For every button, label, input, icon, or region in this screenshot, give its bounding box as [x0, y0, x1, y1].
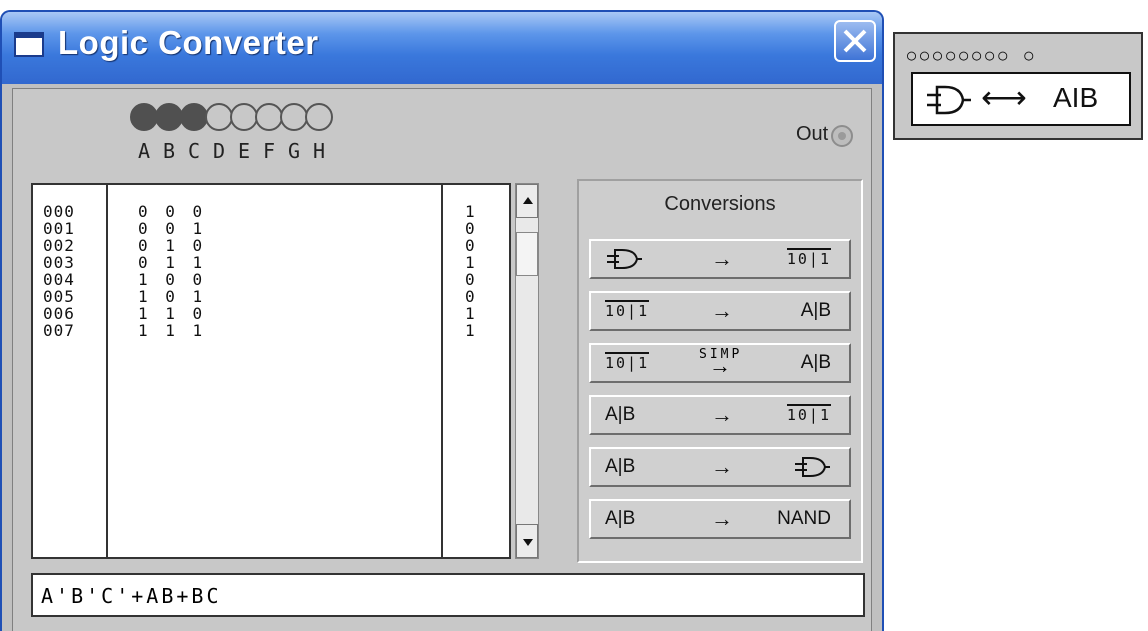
row-inputs: 0 0 1 — [138, 219, 203, 238]
input-label-h: H — [312, 139, 326, 163]
expression-field[interactable] — [31, 573, 865, 617]
truth-table-icon: 10|1 — [786, 404, 831, 424]
row-output[interactable]: 0 — [465, 271, 475, 288]
row-index: 005 — [43, 287, 75, 306]
table-row[interactable]: 000 0 0 0 1 — [33, 203, 509, 220]
row-index: 007 — [43, 321, 75, 340]
input-terminal-b[interactable] — [155, 103, 183, 131]
conversions-title: Conversions — [664, 193, 776, 215]
input-terminal-c[interactable] — [180, 103, 208, 131]
convert-arrow-icon: → — [711, 454, 733, 479]
table-row[interactable]: 004 1 0 0 0 — [33, 271, 509, 288]
truth-table-icon: 10|1 — [605, 352, 650, 372]
row-output[interactable]: 0 — [465, 220, 475, 237]
convert-arrow-icon: → — [711, 246, 733, 271]
row-inputs: 0 1 0 — [138, 236, 203, 255]
row-index: 003 — [43, 253, 75, 272]
table-row[interactable]: 002 0 1 0 0 — [33, 237, 509, 254]
row-inputs: 1 1 0 — [138, 304, 203, 323]
table-row[interactable]: 006 1 1 0 1 — [33, 305, 509, 322]
window-icon — [14, 32, 44, 57]
input-label-e: E — [237, 139, 251, 163]
expression-label: A|B — [605, 456, 636, 477]
table-row[interactable]: 003 0 1 1 1 — [33, 254, 509, 271]
scroll-thumb[interactable] — [516, 232, 538, 276]
input-label-a: A — [137, 139, 151, 163]
convert-arrow-icon: → — [711, 506, 733, 531]
component-pins: ○○○○○○○○ ○ — [907, 46, 1038, 64]
row-output[interactable]: 0 — [465, 237, 475, 254]
expression-label: A|B — [605, 508, 636, 529]
row-inputs: 0 1 1 — [138, 253, 203, 272]
component-body: ⟷ AIB — [911, 72, 1131, 126]
expression-label: A|B — [800, 352, 831, 373]
logic-converter-window: Logic Converter A B C D E F G H Out 000 … — [0, 10, 884, 631]
conversions-panel: Conversions → 10|1 10|1 → A|B 10|1 SIMP … — [577, 179, 863, 563]
scroll-up-icon — [523, 197, 533, 204]
input-label-d: D — [212, 139, 226, 163]
title-bar[interactable]: Logic Converter — [2, 12, 882, 84]
truth-table-icon: 10|1 — [786, 248, 831, 268]
component-label: AIB — [1053, 82, 1099, 113]
output-label: Out — [796, 123, 829, 145]
row-inputs: 1 0 1 — [138, 287, 203, 306]
expression-input[interactable] — [39, 581, 853, 611]
output-terminal[interactable] — [831, 125, 853, 147]
close-icon — [843, 29, 867, 53]
expression-to-truth-table-button[interactable]: A|B → 10|1 — [589, 395, 851, 435]
input-terminal-f[interactable] — [255, 103, 283, 131]
table-row[interactable]: 005 1 0 1 0 — [33, 288, 509, 305]
logic-converter-component[interactable]: ○○○○○○○○ ○ ⟷ AIB — [893, 32, 1143, 140]
input-terminal-e[interactable] — [230, 103, 258, 131]
expression-to-nand-button[interactable]: A|B → NAND — [589, 499, 851, 539]
row-index: 004 — [43, 270, 75, 289]
scroll-down-icon — [523, 539, 533, 546]
window-title: Logic Converter — [58, 24, 319, 61]
expression-label: A|B — [605, 404, 636, 425]
row-inputs: 0 0 0 — [138, 202, 203, 221]
truth-table[interactable]: 000 0 0 01 001 0 0 10 002 0 1 00 003 0 1 11 … — [31, 183, 511, 559]
bidirectional-arrow-icon: ⟷ — [981, 79, 1027, 115]
input-label-b: B — [162, 139, 176, 163]
converter-body: A B C D E F G H Out 000 0 0 01 001 0 0 10 … — [12, 88, 872, 631]
truth-table-icon: 10|1 — [605, 300, 650, 320]
row-index: 006 — [43, 304, 75, 323]
expression-to-circuit-button[interactable]: A|B → — [589, 447, 851, 487]
row-output[interactable]: 0 — [465, 288, 475, 305]
convert-arrow-icon: → — [711, 402, 733, 427]
scroll-down-button[interactable] — [516, 524, 538, 558]
expression-label: A|B — [800, 300, 831, 321]
row-output[interactable]: 1 — [465, 203, 475, 220]
row-output[interactable]: 1 — [465, 254, 475, 271]
input-terminal-h[interactable] — [305, 103, 333, 131]
input-terminal-d[interactable] — [205, 103, 233, 131]
row-inputs: 1 1 1 — [138, 321, 203, 340]
row-inputs: 1 0 0 — [138, 270, 203, 289]
logic-gate-icon — [793, 449, 831, 485]
truth-table-to-expression-button[interactable]: 10|1 → A|B — [589, 291, 851, 331]
row-output[interactable]: 1 — [465, 305, 475, 322]
row-output[interactable]: 1 — [465, 322, 475, 339]
circuit-to-truth-table-button[interactable]: → 10|1 — [589, 239, 851, 279]
table-row[interactable]: 001 0 0 1 0 — [33, 220, 509, 237]
truth-table-to-simplified-expression-button[interactable]: 10|1 SIMP → A|B — [589, 343, 851, 383]
convert-arrow-icon: → — [711, 298, 733, 323]
convert-arrow-icon: → — [709, 353, 731, 378]
input-terminal-a[interactable] — [130, 103, 158, 131]
input-label-c: C — [187, 139, 201, 163]
scroll-up-button[interactable] — [516, 184, 538, 218]
input-label-f: F — [262, 139, 276, 163]
row-index: 001 — [43, 219, 75, 238]
nand-label: NAND — [777, 508, 831, 529]
table-row[interactable]: 007 1 1 1 1 — [33, 322, 509, 339]
table-scrollbar[interactable] — [515, 183, 539, 559]
row-index: 000 — [43, 202, 75, 221]
close-button[interactable] — [834, 20, 876, 62]
row-index: 002 — [43, 236, 75, 255]
input-label-g: G — [287, 139, 301, 163]
input-terminal-g[interactable] — [280, 103, 308, 131]
logic-gate-icon — [605, 241, 643, 277]
